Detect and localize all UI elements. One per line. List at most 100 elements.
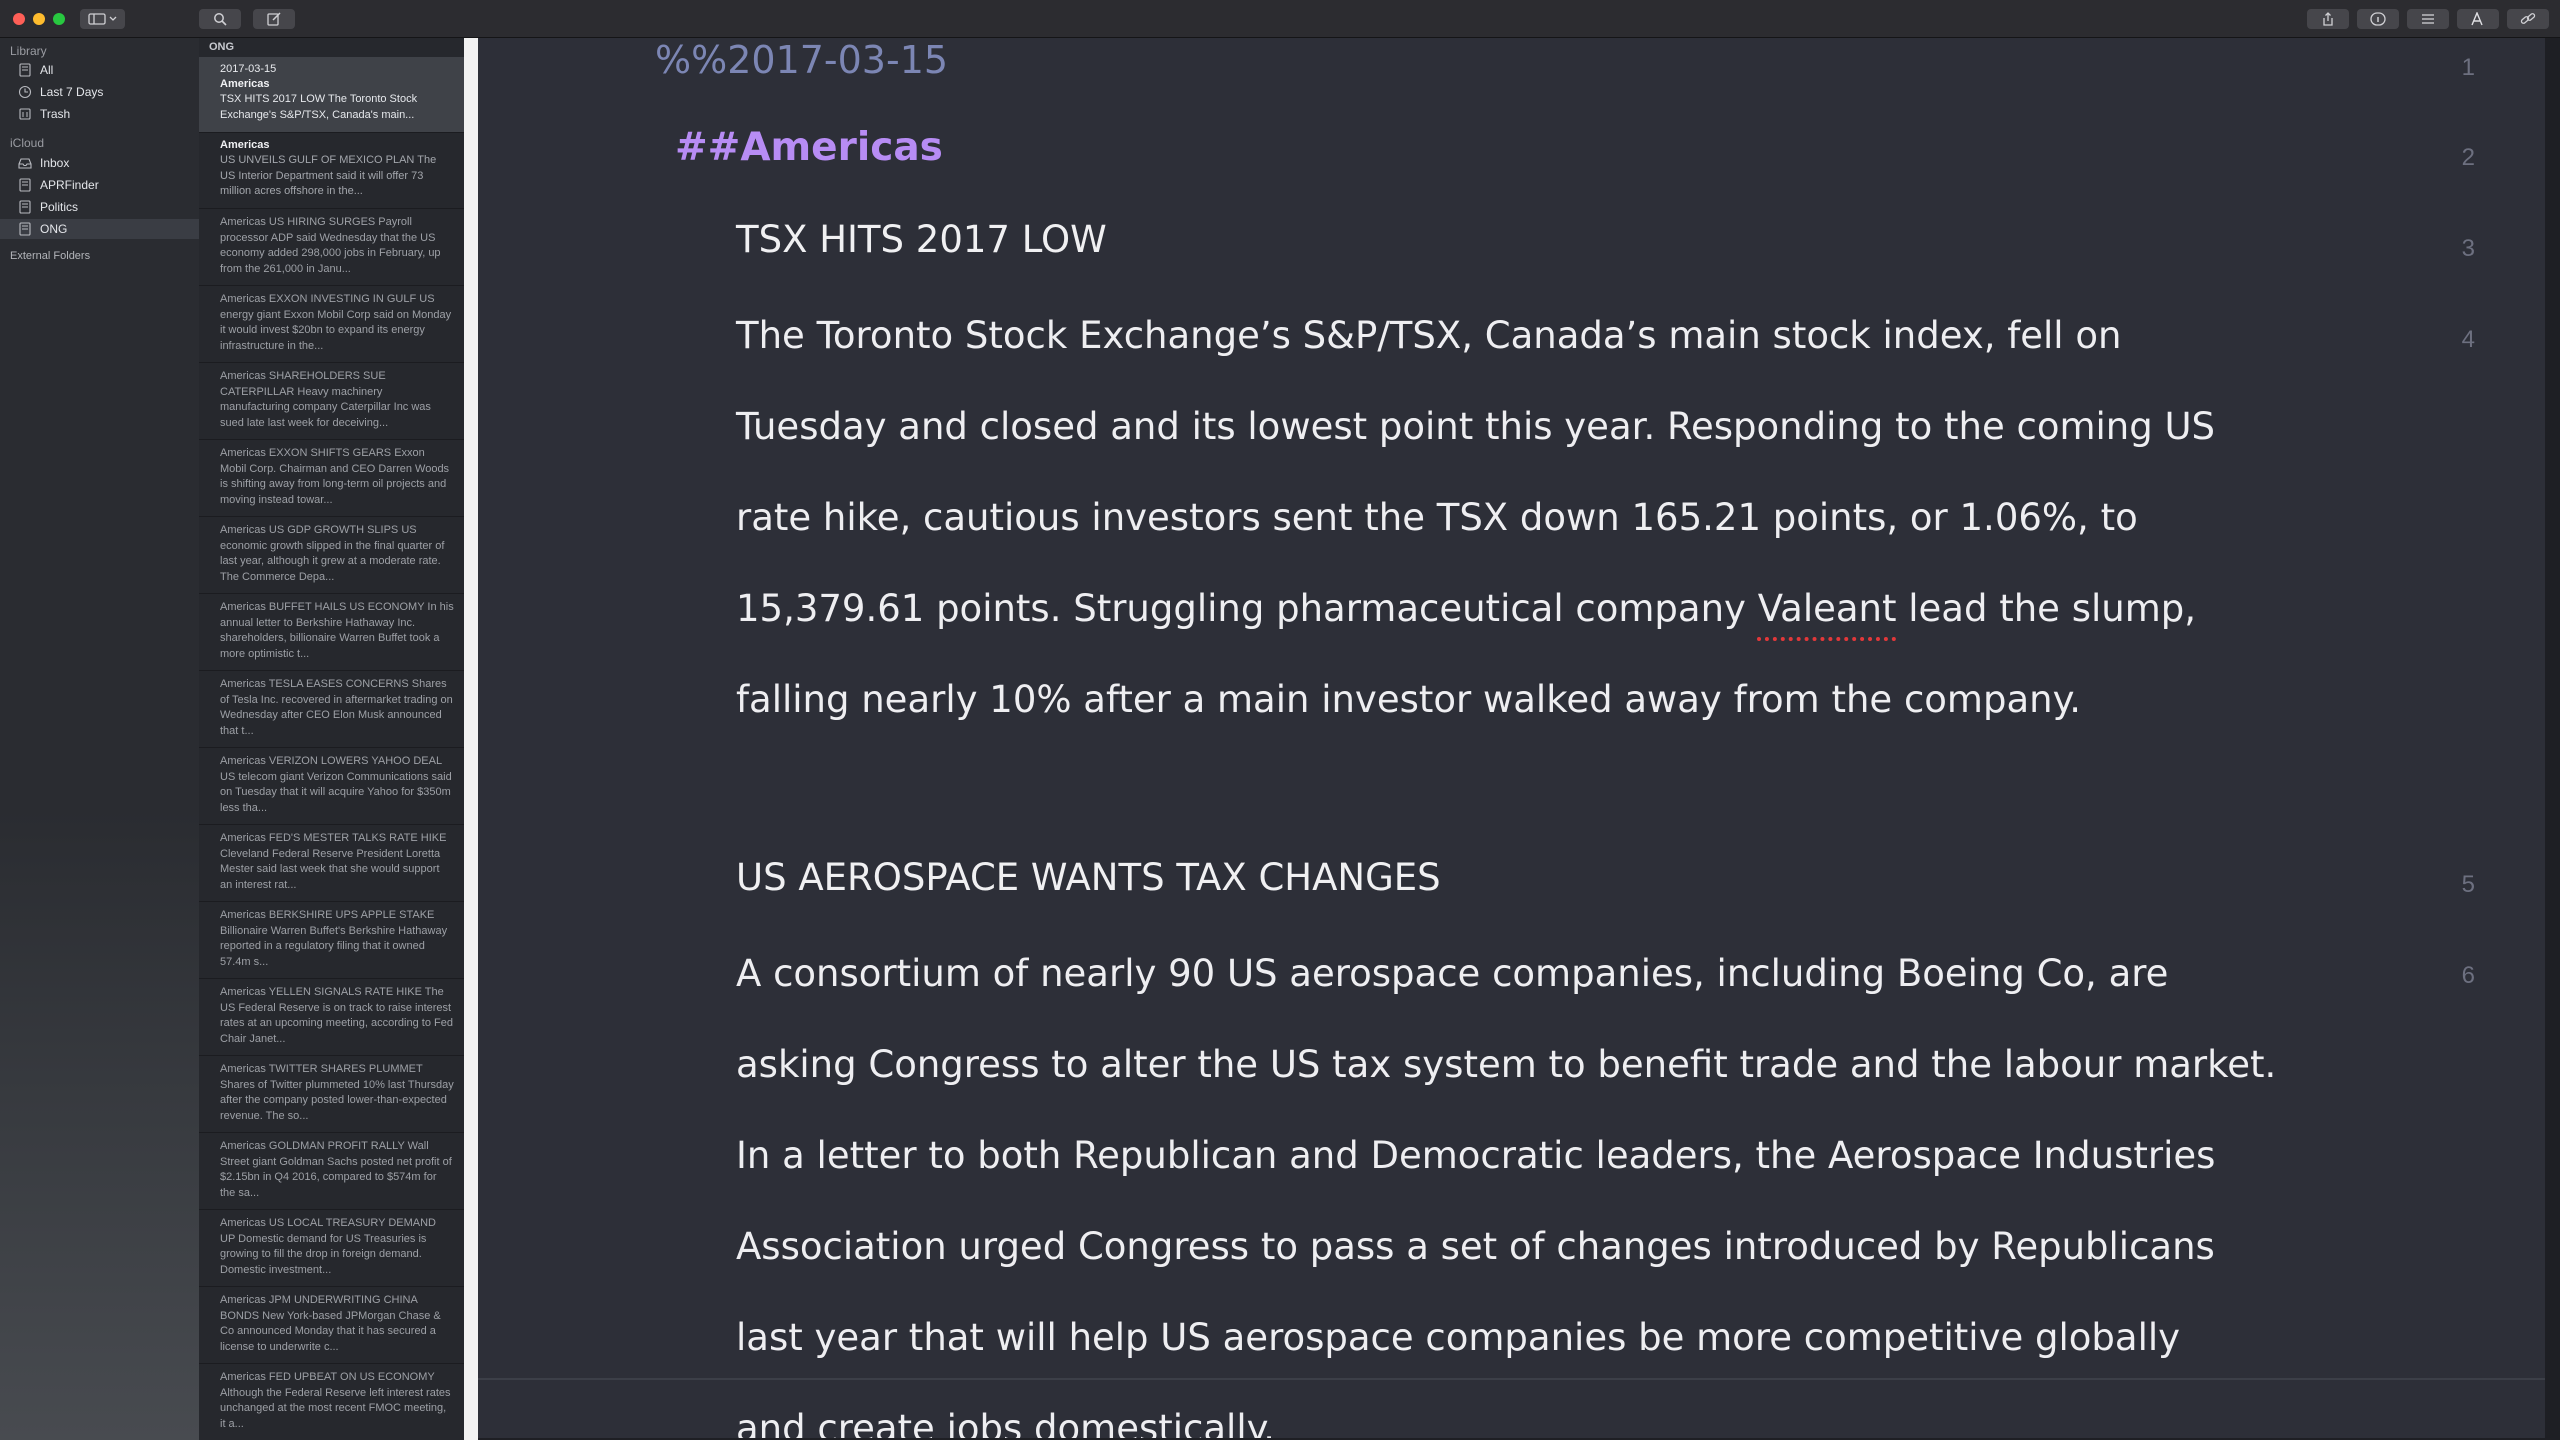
- note-list-item[interactable]: Americas US GDP GROWTH SLIPS US economic…: [199, 518, 464, 594]
- sidebar-section-icloud: iCloud: [10, 136, 45, 150]
- info-button[interactable]: [2357, 9, 2399, 29]
- sidebar-item-label: Inbox: [40, 156, 70, 170]
- sidebar-item-trash[interactable]: Trash: [0, 104, 199, 124]
- note-list-item[interactable]: Americas YELLEN SIGNALS RATE HIKE The US…: [199, 980, 464, 1056]
- sidebar-item-all[interactable]: All: [0, 60, 199, 80]
- window-zoom-button[interactable]: [53, 13, 65, 25]
- info-icon: [2370, 12, 2386, 26]
- line-number: 5: [2461, 871, 2475, 898]
- note-list-item[interactable]: Americas US UNVEILS GULF OF MEXICO PLAN …: [199, 133, 464, 209]
- note-list-item[interactable]: Americas FED UPBEAT ON US ECONOMY Althou…: [199, 1365, 464, 1440]
- search-icon: [214, 13, 227, 26]
- sidebar-item-politics[interactable]: Politics: [0, 197, 199, 217]
- note-list-item[interactable]: Americas EXXON SHIFTS GEARS Exxon Mobil …: [199, 441, 464, 517]
- note-list-item[interactable]: Americas BUFFET HAILS US ECONOMY In his …: [199, 595, 464, 671]
- note-title: Americas: [220, 78, 270, 90]
- sidebar-item-label: APRFinder: [40, 178, 99, 192]
- window-close-button[interactable]: [13, 13, 25, 25]
- note-list-item[interactable]: Americas US HIRING SURGES Payroll proces…: [199, 210, 464, 286]
- pane-divider[interactable]: [464, 38, 478, 1440]
- note-list: ONG 2017-03-15 Americas TSX HITS 2017 LO…: [199, 38, 464, 1440]
- paragraph-line: and create jobs domestically.: [736, 1407, 1275, 1438]
- link-icon: [2520, 13, 2536, 24]
- misspelled-word[interactable]: Valeant: [1758, 587, 1897, 630]
- line-number: 3: [2461, 235, 2475, 262]
- note-list-header: ONG: [209, 41, 235, 53]
- sidebar-item-last-7-days[interactable]: Last 7 Days: [0, 82, 199, 102]
- note-list-item[interactable]: Americas EXXON INVESTING IN GULF US ener…: [199, 287, 464, 363]
- outline-button[interactable]: [2407, 9, 2449, 29]
- paragraph-line: 15,379.61 points. Struggling pharmaceuti…: [736, 563, 2215, 654]
- paragraph-line: A consortium of nearly 90 US aerospace c…: [736, 952, 2169, 995]
- article-paragraph-tsx[interactable]: The Toronto Stock Exchange’s S&P/TSX, Ca…: [736, 290, 2215, 745]
- inbox-icon: [18, 158, 32, 169]
- heading-americas[interactable]: ##Americas: [675, 125, 943, 170]
- note-list-item[interactable]: Americas JPM UNDERWRITING CHINA BONDS Ne…: [199, 1288, 464, 1364]
- note-list-item[interactable]: Americas BERKSHIRE UPS APPLE STAKE Billi…: [199, 903, 464, 979]
- line-number: 2: [2461, 144, 2475, 171]
- trash-icon: [19, 108, 31, 120]
- editor-bottom-rule: [478, 1378, 2545, 1380]
- article-title-aerospace[interactable]: US AEROSPACE WANTS TAX CHANGES: [736, 856, 1441, 899]
- folder-icon: [19, 178, 31, 192]
- window-toolbar: [0, 0, 2560, 38]
- paragraph-line: rate hike, cautious investors sent the T…: [736, 496, 2138, 539]
- window-minimize-button[interactable]: [33, 13, 45, 25]
- note-preview: Americas BERKSHIRE UPS APPLE STAKE Billi…: [220, 909, 448, 968]
- note-list-item[interactable]: Americas SHAREHOLDERS SUE CATERPILLAR He…: [199, 364, 464, 440]
- sidebar-section-library: Library: [10, 44, 47, 58]
- sidebar-item-ong[interactable]: ONG: [0, 219, 199, 239]
- article-paragraph-aerospace[interactable]: A consortium of nearly 90 US aerospace c…: [736, 928, 2276, 1438]
- note-list-item[interactable]: Americas GOLDMAN PROFIT RALLY Wall Stree…: [199, 1134, 464, 1210]
- note-editor[interactable]: %%2017-03-15 ##Americas TSX HITS 2017 LO…: [478, 38, 2545, 1438]
- paragraph-line: falling nearly 10% after a main investor…: [736, 678, 2081, 721]
- sidebar-item-label: Trash: [40, 107, 71, 121]
- paragraph-line: last year that will help US aerospace co…: [736, 1316, 2181, 1359]
- notes-icon: [19, 63, 31, 77]
- link-button[interactable]: [2507, 9, 2549, 29]
- note-preview: Americas FED UPBEAT ON US ECONOMY Althou…: [220, 1371, 451, 1430]
- sidebar-section-external-folders[interactable]: External Folders: [10, 250, 90, 262]
- paragraph-text: lead the slump,: [1896, 587, 2197, 630]
- note-preview: Americas VERIZON LOWERS YAHOO DEAL US te…: [220, 755, 452, 814]
- sidebar-toggle-icon: [87, 13, 116, 25]
- note-preview: Americas BUFFET HAILS US ECONOMY In his …: [220, 601, 454, 660]
- font-button[interactable]: [2457, 9, 2499, 29]
- note-list-item[interactable]: Americas VERIZON LOWERS YAHOO DEAL US te…: [199, 749, 464, 825]
- paragraph-line: Association urged Congress to pass a set…: [736, 1225, 2215, 1268]
- share-button[interactable]: [2307, 9, 2349, 29]
- note-list-item[interactable]: 2017-03-15 Americas TSX HITS 2017 LOW Th…: [199, 57, 464, 133]
- folder-icon: [19, 200, 31, 214]
- sidebar-item-label: All: [40, 63, 54, 77]
- note-list-item[interactable]: Americas US LOCAL TREASURY DEMAND UP Dom…: [199, 1211, 464, 1287]
- note-preview: Americas SHAREHOLDERS SUE CATERPILLAR He…: [220, 370, 431, 429]
- line-number: 4: [2461, 326, 2475, 353]
- sidebar-item-inbox[interactable]: Inbox: [0, 153, 199, 173]
- sidebar-item-aprfinder[interactable]: APRFinder: [0, 175, 199, 195]
- line-number: 1: [2461, 54, 2475, 81]
- note-title: Americas: [220, 139, 270, 151]
- note-list-item[interactable]: Americas TESLA EASES CONCERNS Shares of …: [199, 672, 464, 748]
- note-preview: Americas US HIRING SURGES Payroll proces…: [220, 216, 441, 275]
- note-preview: Americas US LOCAL TREASURY DEMAND UP Dom…: [220, 1217, 436, 1276]
- sidebar-toggle-button[interactable]: [80, 9, 125, 29]
- window-edge: [2545, 38, 2560, 1440]
- article-title-tsx[interactable]: TSX HITS 2017 LOW: [736, 218, 1107, 261]
- clock-icon: [18, 85, 32, 99]
- sidebar-item-label: ONG: [40, 222, 68, 236]
- note-preview: US UNVEILS GULF OF MEXICO PLAN The US In…: [220, 154, 437, 197]
- note-preview: Americas JPM UNDERWRITING CHINA BONDS Ne…: [220, 1294, 441, 1353]
- paragraph-line: In a letter to both Republican and Democ…: [736, 1134, 2216, 1177]
- note-preview: Americas FED'S MESTER TALKS RATE HIKE Cl…: [220, 832, 447, 891]
- sidebar: Library All Last 7 Days Trash iCloud Inb…: [0, 38, 199, 1440]
- note-preview: Americas YELLEN SIGNALS RATE HIKE The US…: [220, 986, 453, 1045]
- search-button[interactable]: [199, 9, 241, 29]
- sidebar-item-label: Last 7 Days: [40, 85, 104, 99]
- list-icon: [2422, 14, 2434, 24]
- note-list-item[interactable]: Americas FED'S MESTER TALKS RATE HIKE Cl…: [199, 826, 464, 902]
- note-list-item[interactable]: Americas TWITTER SHARES PLUMMET Shares o…: [199, 1057, 464, 1133]
- note-preview: Americas EXXON INVESTING IN GULF US ener…: [220, 293, 452, 352]
- new-note-button[interactable]: [253, 9, 295, 29]
- date-tag-line[interactable]: %%2017-03-15: [655, 38, 948, 82]
- compose-icon: [267, 12, 281, 26]
